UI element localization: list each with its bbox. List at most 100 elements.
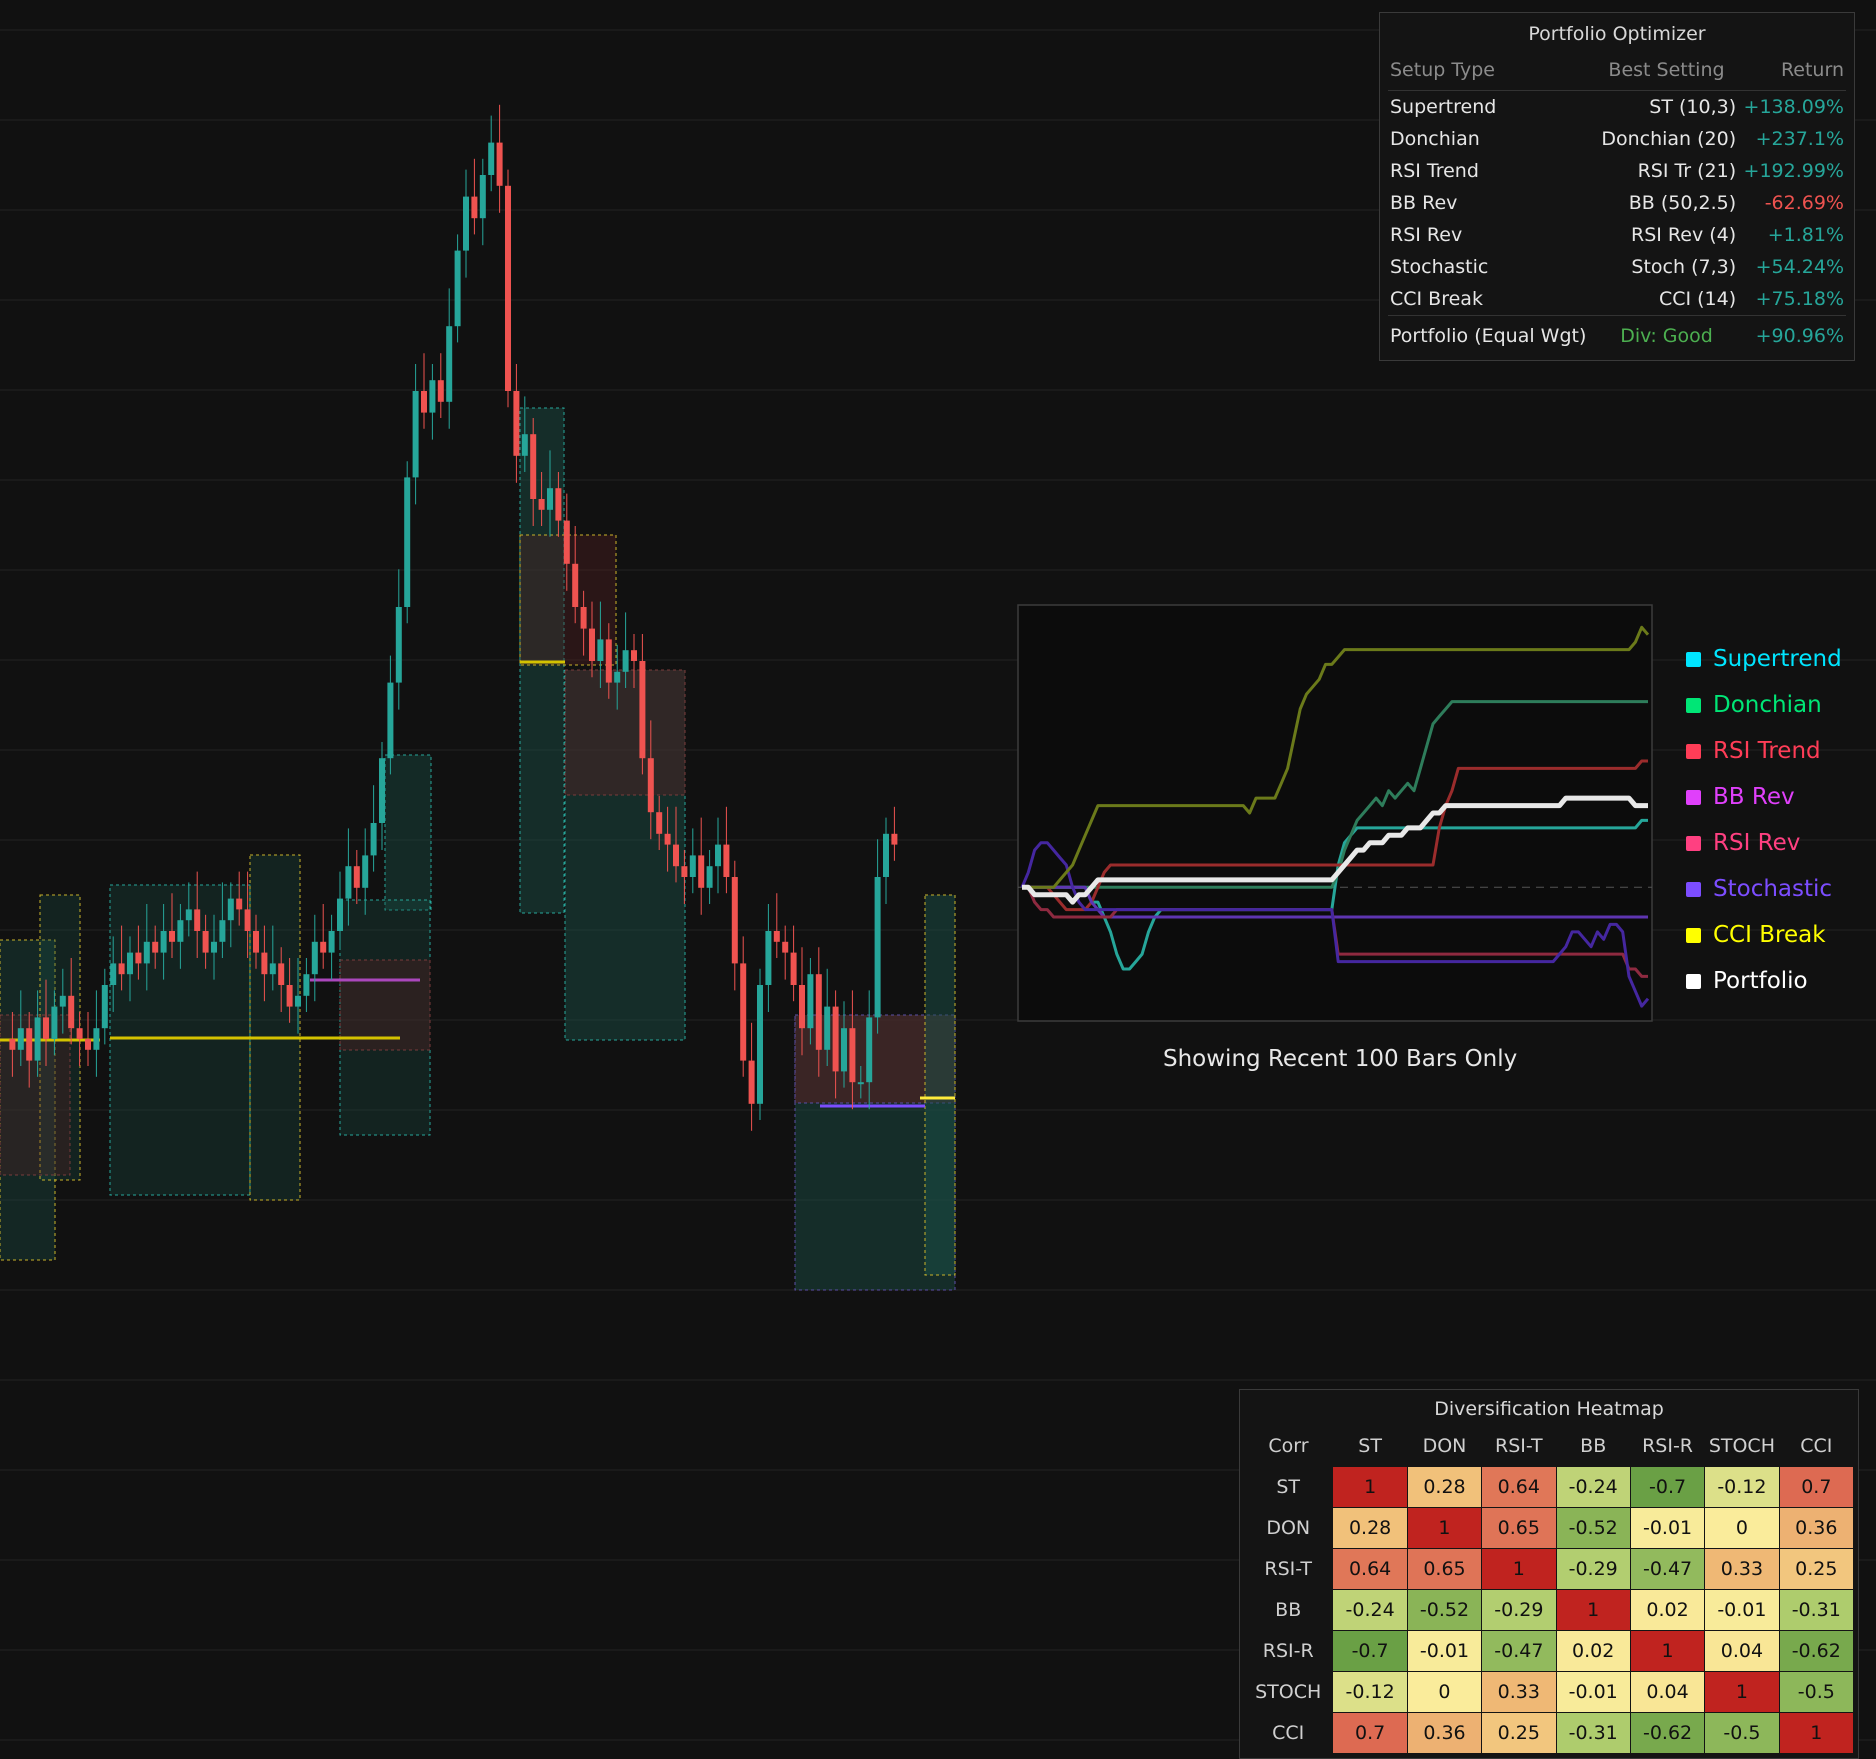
setup-type: CCI Break [1390, 288, 1483, 310]
best-setting: ST (10,3) [1649, 96, 1737, 118]
legend-item: BB Rev [1686, 774, 1842, 820]
bull-candle [463, 169, 469, 278]
heatmap-cell: 0.65 [1481, 1507, 1557, 1549]
heatmap-cell: 0.25 [1481, 1712, 1557, 1754]
bear-candle [773, 893, 780, 958]
legend-label: Stochastic [1713, 876, 1833, 902]
heatmap-row-label: RSI-T [1264, 1558, 1313, 1580]
heatmap-cell: 0 [1406, 1671, 1483, 1713]
heatmap-cell: 0.36 [1778, 1507, 1855, 1549]
optimizer-row: RSI Rev RSI Rev (4) +1.81% [1388, 219, 1846, 251]
summary-label: Portfolio (Equal Wgt) [1388, 315, 1595, 352]
heatmap-cell: 1 [1332, 1466, 1408, 1508]
return-value: +54.24% [1755, 256, 1844, 278]
best-setting: CCI (14) [1658, 288, 1737, 310]
bull-candle [446, 288, 453, 429]
heatmap-row-label: CCI [1272, 1722, 1305, 1744]
bear-candle [790, 925, 797, 1002]
header-best-setting: Best Setting [1594, 55, 1739, 91]
equity-legend: Supertrend Donchian RSI Trend BB Rev RSI Rev… [1686, 636, 1842, 1004]
bull-candle [765, 904, 772, 1012]
heatmap-col-header: RSI-T [1495, 1435, 1543, 1457]
heatmap-row-label: DON [1266, 1517, 1311, 1539]
heatmap-corner: Corr [1268, 1435, 1309, 1458]
portfolio-optimizer-panel: Portfolio Optimizer Setup Type Best Sett… [1379, 12, 1855, 361]
bull-candle [454, 234, 461, 343]
heatmap-cell: 0.28 [1332, 1507, 1408, 1549]
heatmap-cell: 0.02 [1555, 1630, 1631, 1672]
heatmap-title: Diversification Heatmap [1434, 1398, 1664, 1420]
legend-item: Donchian [1686, 682, 1842, 728]
heatmap-cell: 1 [1555, 1589, 1631, 1631]
heatmap-cell: -0.12 [1332, 1671, 1408, 1713]
setup-zone [384, 754, 432, 911]
bear-candle [782, 925, 789, 980]
legend-swatch [1686, 789, 1701, 805]
heatmap-cell: 0.7 [1778, 1466, 1855, 1508]
heatmap-col-header: DON [1422, 1435, 1467, 1457]
heatmap-cell: 0.36 [1406, 1712, 1483, 1754]
bull-candle [757, 968, 763, 1120]
optimizer-row: BB Rev BB (50,2.5) -62.69% [1388, 187, 1846, 219]
bear-candle [513, 364, 520, 483]
heatmap-cell: -0.24 [1332, 1589, 1408, 1631]
return-value: +1.81% [1767, 224, 1844, 246]
heatmap-cell: -0.5 [1778, 1671, 1855, 1713]
return-value: +75.18% [1755, 288, 1844, 310]
heatmap-cell: 0 [1704, 1507, 1780, 1549]
equity-panel [1017, 604, 1653, 1022]
legend-label: BB Rev [1713, 784, 1795, 810]
legend-label: CCI Break [1713, 922, 1826, 948]
optimizer-row: Donchian Donchian (20) +237.1% [1388, 123, 1846, 155]
heatmap-cell: -0.47 [1481, 1630, 1557, 1672]
legend-label: Supertrend [1713, 646, 1842, 672]
legend-swatch [1686, 651, 1701, 667]
bear-candle [891, 806, 898, 861]
header-return: Return [1738, 55, 1846, 91]
bear-candle [731, 860, 738, 991]
bull-candle [706, 850, 713, 904]
heatmap-cell: 0.65 [1406, 1548, 1483, 1590]
heatmap-cell: 1 [1778, 1712, 1855, 1754]
heatmap-col-header: STOCH [1708, 1435, 1775, 1457]
legend-swatch [1686, 881, 1701, 897]
bear-candle [421, 353, 427, 429]
bear-candle [740, 936, 747, 1077]
bull-candle [404, 461, 411, 624]
legend-swatch [1686, 697, 1701, 713]
return-value: -62.69% [1764, 192, 1844, 214]
optimizer-table: Setup Type Best Setting Return Supertren… [1388, 55, 1846, 352]
setup-zone [924, 894, 956, 1276]
return-value: +192.99% [1743, 160, 1844, 182]
bull-candle [479, 158, 486, 246]
bear-candle [471, 158, 478, 235]
heatmap-cell: 0.64 [1332, 1548, 1408, 1590]
bear-candle [353, 850, 360, 904]
bull-candle [689, 828, 696, 894]
heatmap-row: RSI-R -0.7 -0.01 -0.47 0.02 1 0.04 -0.62 [1244, 1630, 1855, 1672]
heatmap-cell: -0.47 [1629, 1548, 1706, 1590]
optimizer-row: Stochastic Stoch (7,3) +54.24% [1388, 251, 1846, 283]
optimizer-title: Portfolio Optimizer [1528, 23, 1706, 45]
setup-type: Donchian [1390, 128, 1480, 150]
heatmap-cell: -0.7 [1332, 1630, 1408, 1672]
optimizer-row: CCI Break CCI (14) +75.18% [1388, 283, 1846, 316]
heatmap-cell: -0.52 [1555, 1507, 1631, 1549]
heatmap-cell: -0.01 [1704, 1589, 1780, 1631]
bull-candle [101, 968, 108, 1045]
bull-candle [874, 839, 881, 1034]
heatmap-cell: -0.01 [1555, 1671, 1631, 1713]
heatmap-cell: 0.04 [1629, 1671, 1706, 1713]
bear-candle [320, 904, 327, 969]
legend-item: Portfolio [1686, 958, 1842, 1004]
bull-candle [311, 914, 318, 1002]
heatmap-row: ST 1 0.28 0.64 -0.24 -0.7 -0.12 0.7 [1244, 1466, 1855, 1508]
return-value: +138.09% [1743, 96, 1844, 118]
heatmap-cell: -0.7 [1629, 1466, 1706, 1508]
setup-zone [564, 669, 686, 796]
setup-zone [249, 854, 301, 1201]
heatmap-row: CCI 0.7 0.36 0.25 -0.31 -0.62 -0.5 1 [1244, 1712, 1855, 1754]
diversification-status: Div: Good [1594, 315, 1739, 352]
heatmap-cell: 0.64 [1481, 1466, 1557, 1508]
heatmap-cell: 1 [1406, 1507, 1483, 1549]
